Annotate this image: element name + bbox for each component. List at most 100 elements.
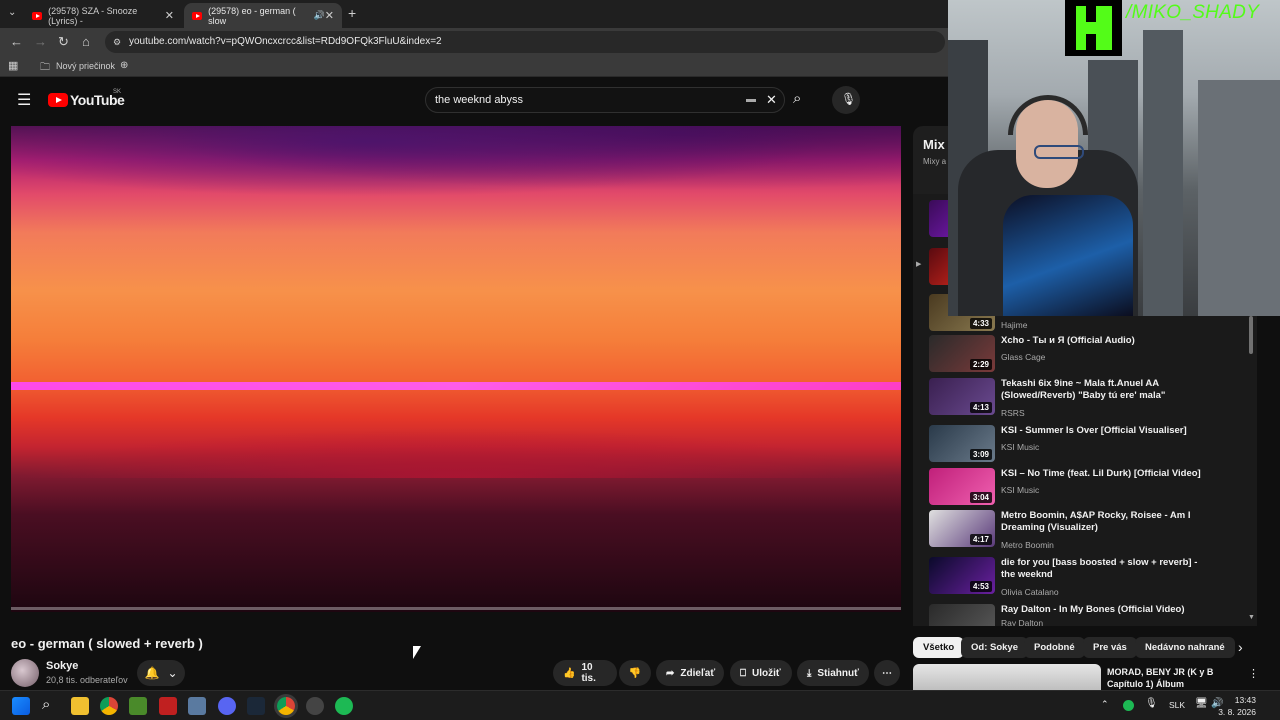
playlist-item[interactable]: 4:17 Metro Boomin, A$AP Rocky, Roisee - …: [929, 510, 1249, 554]
video-duration: 3:09: [969, 449, 992, 460]
file-explorer-icon[interactable]: [71, 697, 89, 715]
playlist-item[interactable]: 4:13 Tekashi 6ix 9ine ~ Mala ft.Anuel AA…: [929, 378, 1249, 422]
tray-chevron-icon[interactable]: ⌃: [1101, 699, 1109, 710]
video-player[interactable]: [11, 126, 901, 612]
site-info-icon[interactable]: ⚙: [113, 31, 121, 53]
video-channel: Olivia Catalano: [1001, 587, 1059, 597]
streamer-shirt: [1003, 195, 1133, 316]
chrome-active-icon[interactable]: [277, 697, 295, 715]
video-frame-clouds: [11, 126, 901, 206]
share-button[interactable]: ➦ Zdieľať: [656, 660, 724, 686]
download-label: Stiahnuť: [817, 667, 859, 679]
thumbs-down-icon: 👎: [628, 667, 642, 679]
taskbar-clock[interactable]: 13:43 3. 8. 2026: [1218, 694, 1256, 718]
video-progress-bar[interactable]: [11, 607, 901, 610]
youtube-logo-icon[interactable]: [48, 93, 68, 107]
close-tab-icon[interactable]: ✕: [165, 9, 174, 22]
chip-related[interactable]: Podobné: [1024, 637, 1085, 658]
spotify-icon[interactable]: [335, 697, 353, 715]
recommended-thumbnail[interactable]: [913, 664, 1101, 690]
recommended-title[interactable]: MORAD, BENY JR (K y B Capítulo 1) Álbum: [1107, 666, 1237, 690]
search-input[interactable]: the weeknd abyss ▬ ✕: [425, 87, 785, 113]
youtube-favicon-icon: [192, 11, 203, 20]
channel-avatar[interactable]: [11, 659, 39, 687]
video-thumbnail: 2:29: [929, 335, 995, 372]
playlist-scrollbar[interactable]: [1249, 316, 1253, 354]
globe-icon[interactable]: ⊕: [120, 60, 128, 71]
video-duration: 4:17: [969, 534, 992, 545]
scroll-down-icon[interactable]: ▼: [1248, 614, 1255, 621]
save-button[interactable]: ⎕ Uložiť: [730, 660, 792, 686]
video-channel: Glass Cage: [1001, 352, 1046, 362]
app-icon[interactable]: [188, 697, 206, 715]
download-icon: ⤓: [807, 667, 812, 679]
subscription-bell-button[interactable]: 🔔 ⌄: [137, 660, 185, 686]
search-icon[interactable]: ⌕: [42, 696, 50, 713]
keyboard-icon[interactable]: ▬: [746, 88, 756, 112]
input-language[interactable]: SLK: [1169, 700, 1185, 710]
chevron-down-icon: ⌄: [167, 666, 178, 680]
tab-snooze[interactable]: (29578) SZA - Snooze (Lyrics) - ✕: [24, 3, 182, 28]
new-tab-button[interactable]: +: [348, 5, 356, 21]
video-channel: Metro Boomin: [1001, 540, 1054, 550]
steam-icon[interactable]: [247, 697, 265, 715]
network-icon[interactable]: 🖥: [1195, 698, 1208, 709]
tab-active-video[interactable]: (29578) eo - german ( slow 🔊 ✕: [184, 3, 342, 28]
like-button[interactable]: 👍 10 tis.: [553, 660, 617, 686]
playlist-item[interactable]: 4:53 die for you [bass boosted + slow + …: [929, 557, 1249, 601]
streamer-handle: /MIKO_SHADY: [1126, 2, 1260, 23]
app-icon[interactable]: [306, 697, 324, 715]
playlist-item[interactable]: 3:09 KSI - Summer Is Over [Official Visu…: [929, 425, 1249, 469]
chip-for-you[interactable]: Pre vás: [1083, 637, 1137, 658]
tray-microphone-icon[interactable]: 🎙: [1145, 698, 1158, 709]
video-channel: KSI Music: [1001, 485, 1040, 495]
url-field[interactable]: ⚙ youtube.com/watch?v=pQWOncxcrcc&list=R…: [105, 31, 945, 53]
playlist-item[interactable]: 2:29 Xcho - Ты и Я (Official Audio) Glas…: [929, 335, 1249, 379]
close-tab-icon[interactable]: ✕: [325, 9, 334, 22]
home-icon[interactable]: ⌂: [82, 34, 90, 49]
bookmark-folder-label[interactable]: Nový priečinok: [56, 61, 115, 71]
clear-search-icon[interactable]: ✕: [766, 88, 777, 112]
discord-icon[interactable]: [218, 697, 236, 715]
youtube-favicon-icon: [32, 11, 43, 20]
chip-all[interactable]: Všetko: [913, 637, 965, 658]
chip-from-channel[interactable]: Od: Sokye: [961, 637, 1028, 658]
share-label: Zdieľať: [680, 667, 716, 679]
tray-spotify-icon[interactable]: [1123, 700, 1134, 711]
more-horizontal-icon: ⋯: [882, 667, 892, 679]
more-vertical-icon[interactable]: ⋮: [1248, 667, 1259, 680]
menu-icon[interactable]: ☰: [17, 90, 31, 110]
app-icon[interactable]: [129, 697, 147, 715]
dislike-button[interactable]: 👎: [619, 660, 651, 686]
tab-title: (29578) SZA - Snooze (Lyrics) -: [48, 5, 138, 26]
back-arrow-icon[interactable]: ←: [10, 34, 23, 49]
mouse-cursor: [413, 646, 421, 659]
microphone-icon: 🎙: [841, 92, 857, 106]
chrome-icon[interactable]: [100, 697, 118, 715]
reload-icon[interactable]: ↻: [58, 34, 69, 50]
video-thumbnail: 4:13: [929, 378, 995, 415]
video-channel: KSI Music: [1001, 442, 1040, 452]
playlist-item[interactable]: Ray Dalton - In My Bones (Official Video…: [929, 604, 1249, 626]
tab-search-icon[interactable]: ⌄: [8, 7, 16, 18]
app-icon[interactable]: [159, 697, 177, 715]
voice-search-button[interactable]: 🎙: [832, 86, 860, 114]
download-button[interactable]: ⤓ Stiahnuť: [797, 660, 869, 686]
playlist-item[interactable]: 3:04 KSI – No Time (feat. Lil Durk) [Off…: [929, 468, 1249, 512]
chevron-right-icon[interactable]: ›: [1238, 639, 1243, 655]
kick-k-icon: [1075, 6, 1112, 50]
speaker-icon[interactable]: 🔊: [314, 10, 325, 21]
kick-logo: [1065, 0, 1122, 56]
video-channel: RSRS: [1001, 408, 1025, 418]
windows-start-icon[interactable]: [12, 697, 30, 715]
forward-arrow-icon[interactable]: →: [34, 34, 47, 49]
channel-name[interactable]: Sokye: [46, 660, 78, 672]
search-icon[interactable]: ⌕: [793, 90, 801, 107]
video-thumbnail: 4:17: [929, 510, 995, 547]
chip-recently-uploaded[interactable]: Nedávno nahrané: [1135, 637, 1235, 658]
apps-grid-icon[interactable]: ▦: [8, 59, 18, 72]
bookmark-icon: ⎕: [740, 667, 746, 679]
more-actions-button[interactable]: ⋯: [874, 660, 900, 686]
video-title: Xcho - Ты и Я (Official Audio): [1001, 335, 1135, 346]
playlist-subtitle: Mixy a: [923, 157, 947, 166]
